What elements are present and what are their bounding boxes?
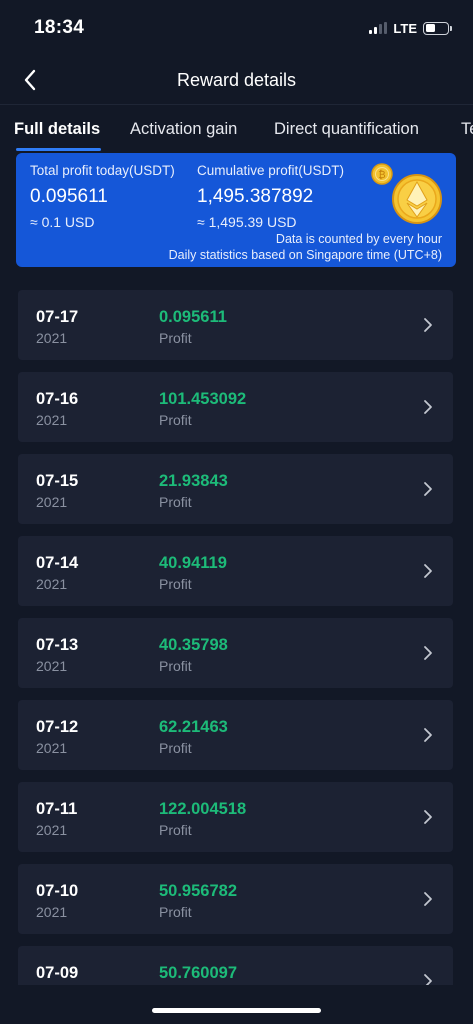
record-row[interactable]: 07-10 2021 50.956782 Profit — [18, 864, 453, 934]
record-year: 2021 — [36, 494, 68, 510]
record-date: 07-11 — [36, 800, 78, 818]
back-button[interactable] — [16, 66, 44, 94]
tab-activation-gain[interactable]: Activation gain — [130, 105, 237, 152]
home-indicator[interactable] — [152, 1008, 321, 1013]
record-row[interactable]: 07-13 2021 40.35798 Profit — [18, 618, 453, 688]
record-year: 2021 — [36, 330, 68, 346]
record-row[interactable]: 07-16 2021 101.453092 Profit — [18, 372, 453, 442]
status-bar: 18:34 LTE — [0, 0, 473, 56]
record-date: 07-16 — [36, 390, 79, 408]
profit-summary-card: Total profit today(USDT) 0.095611 ≈ 0.1 … — [16, 153, 456, 267]
cumulative-profit-label: Cumulative profit(USDT) — [197, 163, 345, 178]
today-profit-usd: ≈ 0.1 USD — [30, 214, 95, 230]
record-row[interactable]: 07-17 2021 0.095611 Profit — [18, 290, 453, 360]
record-amount: 62.21463 — [159, 718, 228, 736]
record-year: 2021 — [36, 740, 68, 756]
record-amount: 40.35798 — [159, 636, 228, 654]
record-row[interactable]: 07-11 2021 122.004518 Profit — [18, 782, 453, 852]
record-year: 2021 — [36, 822, 68, 838]
record-date: 07-14 — [36, 554, 79, 572]
page-title: Reward details — [176, 69, 297, 90]
record-date: 07-13 — [36, 636, 79, 654]
svg-text:₿: ₿ — [378, 169, 385, 181]
record-date: 07-09 — [36, 964, 79, 982]
status-time: 18:34 — [34, 17, 85, 38]
stats-note-timezone: Daily statistics based on Singapore time… — [168, 248, 442, 262]
record-date: 07-10 — [36, 882, 79, 900]
record-year: 2021 — [36, 904, 68, 920]
record-amount: 0.095611 — [159, 308, 227, 326]
record-amount: 50.956782 — [159, 882, 237, 900]
chevron-right-icon — [424, 564, 432, 578]
coins-icon: ₿ — [371, 163, 442, 224]
record-amount: 50.760097 — [159, 964, 237, 982]
record-type: Profit — [159, 904, 192, 920]
chevron-left-icon — [24, 69, 36, 91]
tab-bar: Full details Activation gain Direct quan… — [0, 104, 473, 152]
chevron-right-icon — [424, 810, 432, 824]
record-row[interactable]: 07-12 2021 62.21463 Profit — [18, 700, 453, 770]
record-type: Profit — [159, 822, 192, 838]
record-year: 2021 — [36, 576, 68, 592]
record-amount: 40.94119 — [159, 554, 227, 572]
cumulative-profit-usd: ≈ 1,495.39 USD — [197, 214, 297, 230]
network-type: LTE — [393, 20, 417, 36]
record-date: 07-15 — [36, 472, 79, 490]
record-year: 2021 — [36, 412, 68, 428]
record-type: Profit — [159, 576, 192, 592]
record-year: 2021 — [36, 658, 68, 674]
record-type: Profit — [159, 494, 192, 510]
battery-icon — [423, 21, 452, 35]
tab-direct-quantification[interactable]: Direct quantification — [274, 105, 419, 152]
chevron-right-icon — [424, 482, 432, 496]
record-type: Profit — [159, 740, 192, 756]
record-type: Profit — [159, 412, 192, 428]
chevron-right-icon — [424, 646, 432, 660]
chevron-right-icon — [424, 400, 432, 414]
active-tab-indicator — [16, 148, 101, 151]
status-indicators: LTE — [369, 20, 452, 36]
home-indicator-bar — [0, 985, 473, 1024]
cumulative-profit-value: 1,495.387892 — [197, 186, 314, 207]
record-amount: 21.93843 — [159, 472, 228, 490]
record-date: 07-17 — [36, 308, 79, 326]
signal-icon — [369, 22, 388, 34]
record-row[interactable]: 07-14 2021 40.94119 Profit — [18, 536, 453, 606]
record-amount: 122.004518 — [159, 800, 247, 818]
tab-full-details[interactable]: Full details — [14, 105, 100, 152]
today-profit-label: Total profit today(USDT) — [30, 163, 175, 178]
today-profit-value: 0.095611 — [30, 186, 108, 207]
tab-truncated[interactable]: Te — [461, 105, 473, 152]
nav-bar: Reward details — [0, 56, 473, 104]
record-row[interactable]: 07-15 2021 21.93843 Profit — [18, 454, 453, 524]
stats-note-hourly: Data is counted by every hour — [275, 232, 442, 246]
record-type: Profit — [159, 330, 192, 346]
record-amount: 101.453092 — [159, 390, 247, 408]
chevron-right-icon — [424, 728, 432, 742]
chevron-right-icon — [424, 892, 432, 906]
record-date: 07-12 — [36, 718, 79, 736]
chevron-right-icon — [424, 318, 432, 332]
record-type: Profit — [159, 658, 192, 674]
